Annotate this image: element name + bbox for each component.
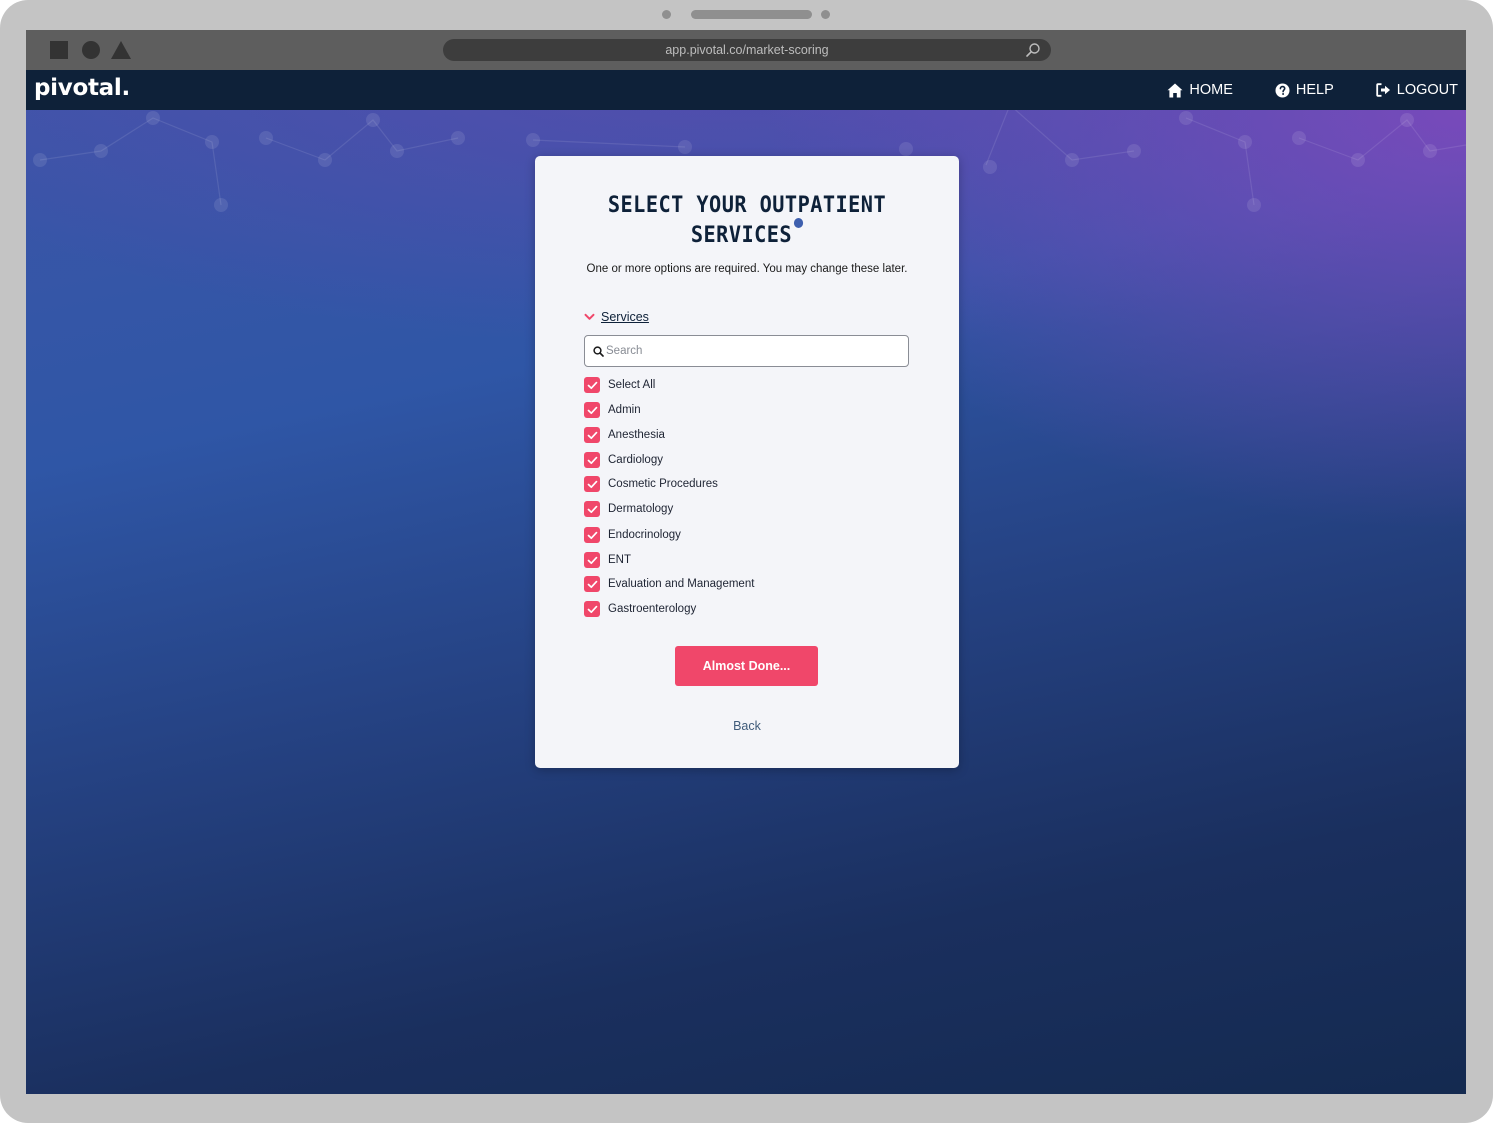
option-cardiology[interactable]: Cardiology [584,452,663,468]
speaker-bar [691,10,812,19]
option-endocrinology[interactable]: Endocrinology [584,527,681,543]
services-card: SELECT YOUR OUTPATIENT SERVICES One or m… [535,156,959,768]
option-gastroenterology[interactable]: Gastroenterology [584,601,696,617]
search-icon [593,346,604,357]
search-input[interactable] [606,341,896,361]
checkmark-icon [587,406,597,414]
services-section-toggle[interactable]: Services [584,310,649,324]
device-frame: app.pivotal.co/market-scoring pivotal. H… [0,0,1493,1123]
checkmark-icon [587,556,597,564]
option-label: Evaluation and Management [608,578,755,590]
page-title-text: SELECT YOUR OUTPATIENT SERVICES [607,193,887,248]
camera-dot [662,10,671,19]
anesthesia-checkbox[interactable] [584,427,600,443]
evaluation-and-management-checkbox[interactable] [584,576,600,592]
nav-links: HOME HELP LOGOUT [1125,70,1458,110]
chevron-down-icon [584,313,595,320]
nav-logout-label: LOGOUT [1396,82,1458,98]
dermatology-checkbox[interactable] [584,501,600,517]
logout-icon [1376,83,1390,97]
option-select-all[interactable]: Select All [584,377,655,393]
checkmark-icon [587,480,597,488]
option-cosmetic-procedures[interactable]: Cosmetic Procedures [584,476,718,492]
option-label: Anesthesia [608,429,665,441]
square-icon [50,41,68,59]
option-label: Cardiology [608,454,663,466]
checkmark-icon [587,580,597,588]
top-navigation: pivotal. HOME HELP LOGOUT [26,70,1466,110]
address-bar-url: app.pivotal.co/market-scoring [665,43,829,57]
admin-checkbox[interactable] [584,402,600,418]
option-label: Cosmetic Procedures [608,478,718,490]
nav-home-label: HOME [1189,82,1233,98]
services-search-field[interactable] [584,335,909,367]
checkmark-icon [587,431,597,439]
endocrinology-checkbox[interactable] [584,527,600,543]
checkmark-icon [587,531,597,539]
screen: app.pivotal.co/market-scoring pivotal. H… [26,30,1466,1094]
checkmark-icon [587,605,597,613]
option-label: Admin [608,404,641,416]
pivotal-logo[interactable]: pivotal. [34,75,130,101]
option-label: Gastroenterology [608,603,697,615]
option-anesthesia[interactable]: Anesthesia [584,427,665,443]
option-dermatology[interactable]: Dermatology [584,501,673,517]
triangle-icon [111,41,131,59]
browser-toolbar: app.pivotal.co/market-scoring [26,30,1466,70]
home-icon [1167,83,1183,97]
circle-icon [82,41,100,59]
address-bar[interactable]: app.pivotal.co/market-scoring [443,39,1051,61]
cardiology-checkbox[interactable] [584,452,600,468]
nav-logout-link[interactable]: LOGOUT [1376,82,1458,98]
option-ent[interactable]: ENT [584,552,631,568]
option-label: Select All [608,379,656,391]
checkmark-icon [587,456,597,464]
services-section-label: Services [601,310,649,324]
back-link[interactable]: Back [535,719,959,733]
info-icon[interactable] [793,218,804,228]
select-all-checkbox[interactable] [584,377,600,393]
option-evaluation-and-management[interactable]: Evaluation and Management [584,576,754,592]
option-label: Dermatology [608,503,674,515]
nav-help-link[interactable]: HELP [1275,82,1334,98]
gastroenterology-checkbox[interactable] [584,601,600,617]
checkmark-icon [587,505,597,513]
instructions-text: One or more options are required. You ma… [586,263,908,275]
nav-help-label: HELP [1295,82,1334,98]
page-title: SELECT YOUR OUTPATIENT SERVICES [552,193,942,248]
help-icon [1275,83,1290,97]
nav-home-link[interactable]: HOME [1167,82,1233,98]
option-label: ENT [608,554,631,566]
ent-checkbox[interactable] [584,552,600,568]
sensor-dot [821,10,830,19]
checkmark-icon [587,381,597,389]
option-label: Endocrinology [608,529,681,541]
search-icon[interactable] [1025,42,1041,58]
cosmetic-procedures-checkbox[interactable] [584,476,600,492]
option-admin[interactable]: Admin [584,402,641,418]
almost-done-button[interactable]: Almost Done... [675,646,818,686]
